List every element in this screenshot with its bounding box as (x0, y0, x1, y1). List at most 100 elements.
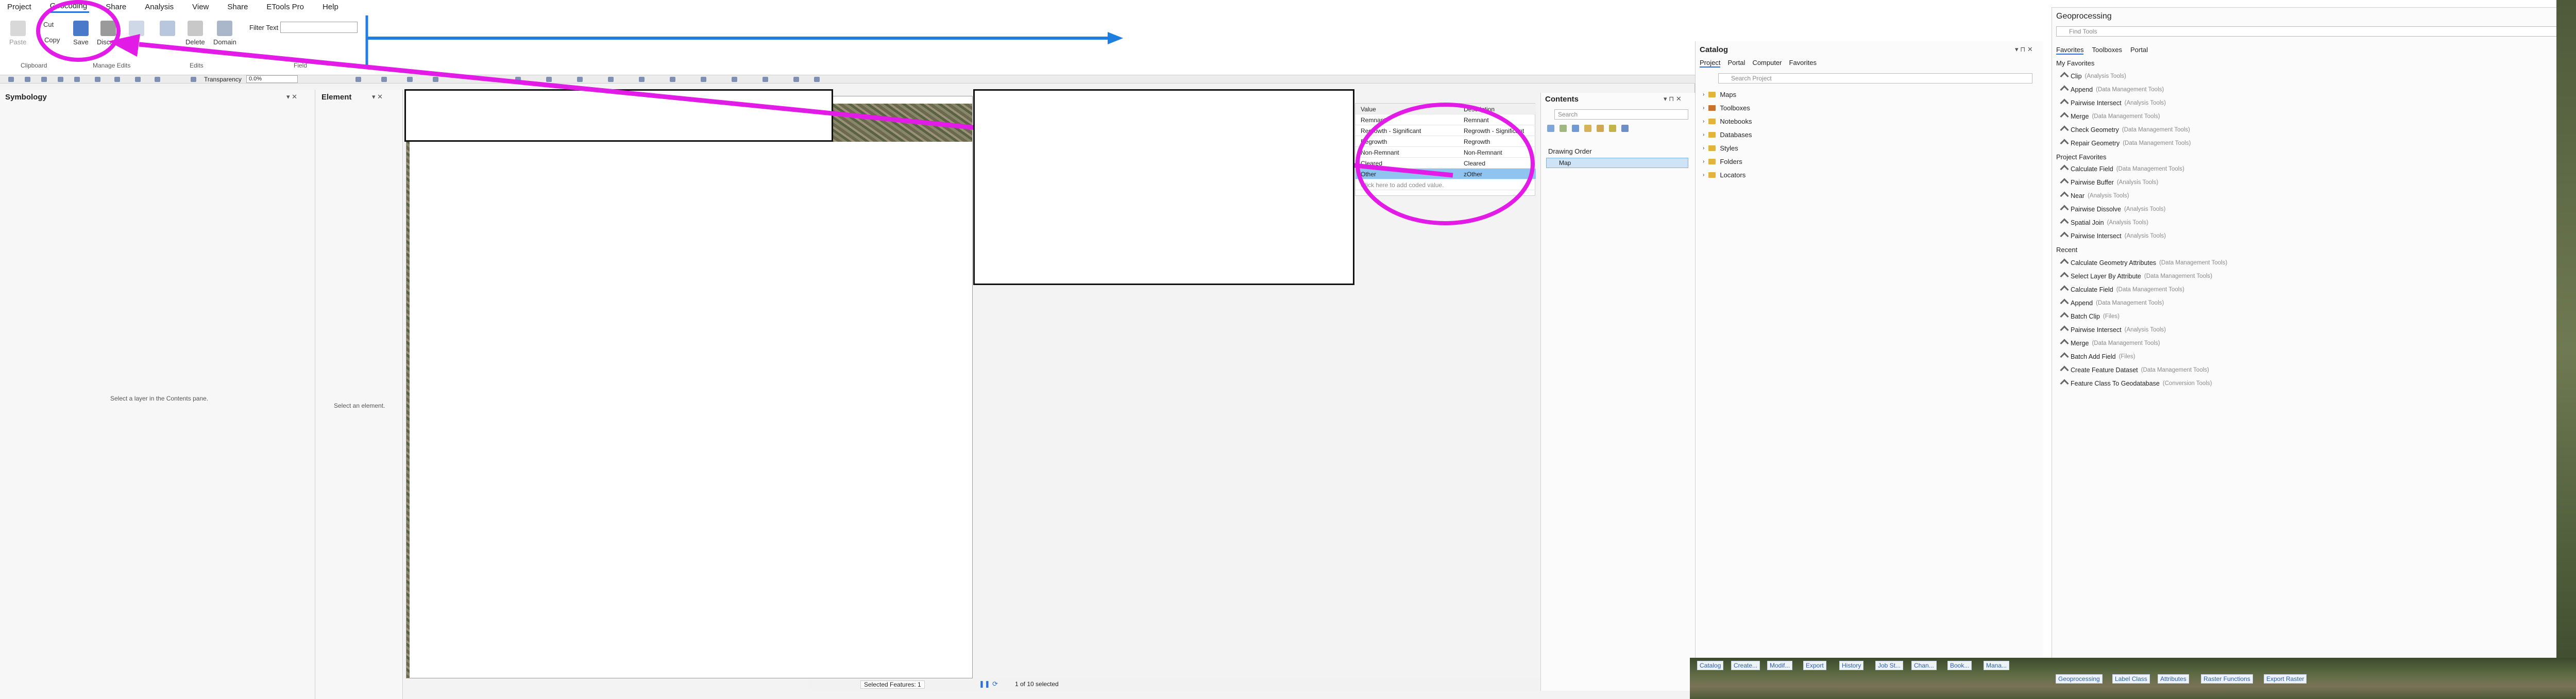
dock-tab[interactable]: Raster Functions (2201, 674, 2253, 684)
list-by-snapping-icon[interactable] (1597, 125, 1604, 132)
pane-controls[interactable]: ▾ ⊓ ✕ (1664, 95, 1682, 103)
tool-item[interactable]: Create Feature Dataset (Data Management T… (2060, 365, 2209, 375)
list-by-source-icon[interactable] (1560, 125, 1567, 132)
dock-tab[interactable]: Label Class (2112, 674, 2150, 684)
tab-portal[interactable]: Portal (2130, 46, 2148, 55)
field-tools-button[interactable] (160, 21, 175, 38)
pane-controls[interactable]: ▾ ✕ (286, 93, 297, 101)
tab-portal[interactable]: Portal (1727, 59, 1745, 68)
menu-share-2[interactable]: Share (225, 2, 250, 12)
tree-item-notebooks[interactable]: › Notebooks (1703, 118, 1752, 125)
tool-item[interactable]: Merge (Data Management Tools) (2060, 112, 2160, 121)
catalog-search-input[interactable]: Search Project (1718, 73, 2032, 84)
add-coded-value-row[interactable]: Click here to add coded value. (1355, 179, 1536, 190)
dock-tab[interactable]: Geoprocessing (2056, 674, 2103, 684)
tree-item-folders[interactable]: › Folders (1703, 158, 1742, 165)
dock-tab[interactable]: History (1839, 661, 1864, 670)
tool-item[interactable]: Feature Class To Geodatabase (Conversion … (2060, 379, 2212, 388)
table-row[interactable]: Cleared Cleared (1355, 158, 1536, 169)
pane-controls[interactable]: ▾ ✕ (372, 93, 383, 101)
paste-button[interactable]: Paste (9, 21, 26, 46)
tree-item-maps[interactable]: › Maps (1703, 91, 1736, 98)
dock-tab[interactable]: Attributes (2158, 674, 2189, 684)
tool-item[interactable]: Append (Data Management Tools) (2060, 85, 2164, 94)
tool-icon[interactable] (762, 77, 768, 82)
tree-item-locators[interactable]: › Locators (1703, 171, 1745, 179)
selected-features-badge[interactable]: Selected Features: 1 (860, 680, 925, 689)
tool-item[interactable]: Pairwise Dissolve (Analysis Tools) (2060, 205, 2165, 214)
pause-icon[interactable]: ❚❚ (979, 680, 990, 688)
tool-icon[interactable] (41, 77, 47, 82)
contents-search-input[interactable]: Search (1554, 109, 1688, 120)
tool-item[interactable]: Pairwise Intersect (Analysis Tools) (2060, 231, 2166, 241)
list-by-drawing-order-icon[interactable] (1547, 125, 1554, 132)
tool-item[interactable]: Calculate Field (Data Management Tools) (2060, 285, 2184, 294)
dock-tab[interactable]: Create... (1731, 661, 1760, 670)
menu-geocoding[interactable]: Geocoding (47, 1, 90, 13)
table-row[interactable]: Regrowth Regrowth (1355, 136, 1536, 147)
tool-icon[interactable] (793, 77, 799, 82)
undo-button[interactable] (129, 21, 144, 38)
tool-icon[interactable] (701, 77, 706, 82)
menu-project[interactable]: Project (5, 2, 33, 12)
dock-tab[interactable]: Book... (1947, 661, 1972, 670)
section-project-favorites[interactable]: Project Favorites (2056, 153, 2107, 161)
tool-icon[interactable] (407, 77, 413, 82)
menu-share-1[interactable]: Share (104, 2, 128, 12)
tool-item[interactable]: Pairwise Intersect (Analysis Tools) (2060, 98, 2166, 108)
dock-tab[interactable]: Modif... (1767, 661, 1793, 670)
domain-button[interactable]: Domain (213, 21, 236, 46)
tool-item[interactable]: Append (Data Management Tools) (2060, 298, 2164, 308)
tool-icon[interactable] (95, 77, 100, 82)
tool-item[interactable]: Merge (Data Management Tools) (2060, 339, 2160, 348)
tool-icon[interactable] (433, 77, 438, 82)
tool-icon[interactable] (135, 77, 141, 82)
tool-icon[interactable] (355, 77, 361, 82)
tree-item-databases[interactable]: › Databases (1703, 131, 1752, 139)
tool-item[interactable]: Pairwise Intersect (Analysis Tools) (2060, 325, 2166, 335)
tool-icon[interactable] (639, 77, 645, 82)
tool-item[interactable]: Calculate Geometry Attributes (Data Manag… (2060, 258, 2227, 268)
tool-icon[interactable] (546, 77, 552, 82)
tool-icon[interactable] (74, 77, 80, 82)
table-row[interactable]: Non-Remnant Non-Remnant (1355, 147, 1536, 158)
list-by-editing-icon[interactable] (1584, 125, 1591, 132)
tool-icon[interactable] (670, 77, 675, 82)
refresh-icon[interactable]: ⟳ (992, 680, 998, 688)
dock-tab[interactable]: Export Raster (2264, 674, 2307, 684)
tool-icon[interactable] (515, 77, 521, 82)
transparency-input[interactable]: 0.0% (246, 75, 298, 83)
tool-item[interactable]: Near (Analysis Tools) (2060, 191, 2129, 201)
list-by-perspective-icon[interactable] (1621, 125, 1629, 132)
map-layer-item[interactable]: Map (1546, 158, 1688, 168)
tab-project[interactable]: Project (1700, 59, 1721, 68)
tool-item[interactable]: Calculate Field (Data Management Tools) (2060, 164, 2184, 174)
tool-icon[interactable] (814, 77, 820, 82)
tool-item[interactable]: Check Geometry (Data Management Tools) (2060, 125, 2190, 135)
dock-tab[interactable]: Mana... (1984, 661, 2010, 670)
dock-tab[interactable]: Job St... (1875, 661, 1904, 670)
save-button[interactable]: Save (73, 21, 89, 46)
map-view[interactable] (404, 89, 1354, 678)
menu-help[interactable]: Help (320, 2, 341, 12)
tool-icon[interactable] (732, 77, 737, 82)
menu-etools[interactable]: ETools Pro (264, 2, 306, 12)
cut-button[interactable]: Cut (43, 21, 54, 28)
tool-item[interactable]: Batch Clip (Files) (2060, 312, 2120, 321)
list-by-selection-icon[interactable] (1572, 125, 1579, 132)
tool-item[interactable]: Pairwise Buffer (Analysis Tools) (2060, 178, 2158, 187)
filter-text-input[interactable] (280, 22, 358, 33)
table-row-selected[interactable]: Other zOther (1355, 169, 1536, 179)
table-row[interactable]: Regrowth - Significant Regrowth - Signif… (1355, 125, 1536, 136)
tab-computer[interactable]: Computer (1752, 59, 1782, 68)
tool-icon[interactable] (8, 77, 14, 82)
tool-item[interactable]: Repair Geometry (Data Management Tools) (2060, 139, 2191, 148)
pane-controls[interactable]: ▾ ⊓ ✕ (2015, 45, 2033, 54)
tree-item-styles[interactable]: › Styles (1703, 144, 1738, 152)
tool-icon[interactable] (577, 77, 583, 82)
tool-icon[interactable] (58, 77, 63, 82)
tool-icon[interactable] (608, 77, 614, 82)
table-row[interactable]: Remnant Remnant (1355, 114, 1536, 125)
tab-favorites[interactable]: Favorites (1789, 59, 1817, 68)
menu-view[interactable]: View (190, 2, 211, 12)
